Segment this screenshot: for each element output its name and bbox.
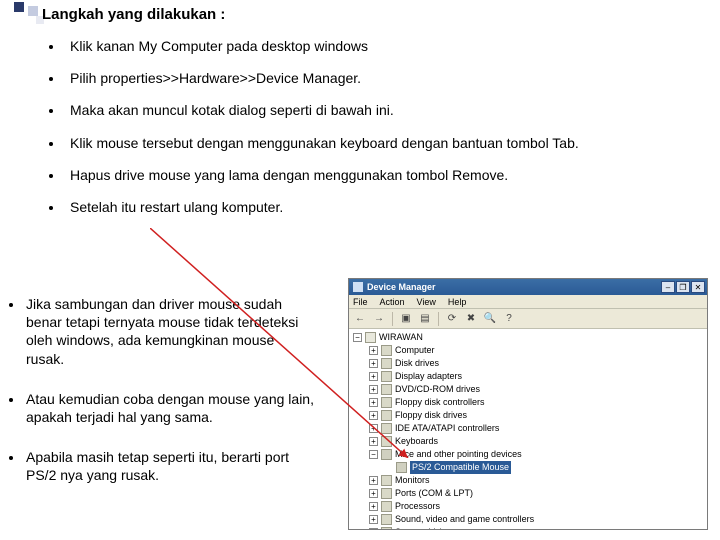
properties-icon: ▤: [420, 313, 429, 324]
menu-view[interactable]: View: [417, 297, 436, 307]
device-icon: [381, 475, 392, 486]
expand-icon[interactable]: +: [369, 515, 378, 524]
minimize-button[interactable]: –: [661, 281, 675, 293]
mouse-icon: [396, 462, 407, 473]
forward-button[interactable]: →: [371, 311, 387, 327]
device-icon: [381, 345, 392, 356]
scan-icon: 🔍: [484, 313, 496, 324]
note-item: Apabila masih tetap seperti itu, berarti…: [24, 448, 316, 484]
tree-item[interactable]: +Floppy disk drives: [351, 409, 707, 422]
toolbar: ← → ▣ ▤ ⟳ ✖ 🔍 ?: [349, 309, 707, 329]
view-icon: ▣: [401, 313, 410, 324]
tree-item[interactable]: +Computer: [351, 344, 707, 357]
step-item: Hapus drive mouse yang lama dengan mengg…: [64, 166, 710, 184]
page-title: Langkah yang dilakukan :: [42, 6, 710, 23]
step-item: Maka akan muncul kotak dialog seperti di…: [64, 101, 710, 119]
window-title: Device Manager: [367, 282, 660, 292]
tree-item[interactable]: +Ports (COM & LPT): [351, 487, 707, 500]
device-icon: [381, 371, 392, 382]
steps-list: Klik kanan My Computer pada desktop wind…: [64, 37, 710, 216]
selected-mouse-label: PS/2 Compatible Mouse: [410, 461, 511, 474]
step-item: Klik mouse tersebut dengan menggunakan k…: [64, 134, 710, 152]
remove-button[interactable]: ✖: [463, 311, 479, 327]
tree-item[interactable]: +Keyboards: [351, 435, 707, 448]
slide-decor: [4, 0, 46, 24]
arrow-right-icon: →: [374, 313, 384, 324]
expand-icon[interactable]: +: [369, 502, 378, 511]
properties-button[interactable]: ▤: [417, 311, 433, 327]
tree-item-ps2-mouse[interactable]: PS/2 Compatible Mouse: [351, 461, 707, 474]
device-icon: [381, 501, 392, 512]
tree-item[interactable]: +DVD/CD-ROM drives: [351, 383, 707, 396]
arrow-left-icon: ←: [355, 313, 365, 324]
tree-item[interactable]: +Floppy disk controllers: [351, 396, 707, 409]
separator: [392, 312, 393, 326]
expand-icon[interactable]: +: [369, 372, 378, 381]
collapse-icon[interactable]: −: [353, 333, 362, 342]
expand-icon[interactable]: +: [369, 489, 378, 498]
help-button[interactable]: ?: [501, 311, 517, 327]
step-item: Pilih properties>>Hardware>>Device Manag…: [64, 69, 710, 87]
tree-item[interactable]: +IDE ATA/ATAPI controllers: [351, 422, 707, 435]
expand-icon[interactable]: +: [369, 359, 378, 368]
scan-button[interactable]: 🔍: [482, 311, 498, 327]
tree-item[interactable]: +Monitors: [351, 474, 707, 487]
expand-icon[interactable]: +: [369, 424, 378, 433]
device-icon: [381, 397, 392, 408]
separator: [438, 312, 439, 326]
device-icon: [381, 436, 392, 447]
view-button[interactable]: ▣: [398, 311, 414, 327]
device-icon: [381, 527, 392, 529]
menu-action[interactable]: Action: [380, 297, 405, 307]
device-icon: [381, 423, 392, 434]
tree-item-mice[interactable]: −Mice and other pointing devices: [351, 448, 707, 461]
note-item: Atau kemudian coba dengan mouse yang lai…: [24, 390, 316, 426]
expand-icon[interactable]: +: [369, 528, 378, 529]
step-item: Klik kanan My Computer pada desktop wind…: [64, 37, 710, 55]
device-icon: [381, 358, 392, 369]
menu-help[interactable]: Help: [448, 297, 467, 307]
mouse-icon: [381, 449, 392, 460]
titlebar[interactable]: Device Manager – ❐ ✕: [349, 279, 707, 295]
menu-file[interactable]: File: [353, 297, 368, 307]
tree-item[interactable]: +Sound, video and game controllers: [351, 513, 707, 526]
device-icon: [381, 410, 392, 421]
device-icon: [381, 384, 392, 395]
refresh-button[interactable]: ⟳: [444, 311, 460, 327]
step-item: Setelah itu restart ulang komputer.: [64, 198, 710, 216]
expand-icon[interactable]: +: [369, 398, 378, 407]
app-icon: [353, 282, 363, 292]
expand-icon[interactable]: +: [369, 411, 378, 420]
device-tree[interactable]: − WIRAWAN +Computer +Disk drives +Displa…: [349, 329, 707, 529]
tree-root[interactable]: − WIRAWAN: [351, 331, 707, 344]
tree-item[interactable]: +Display adapters: [351, 370, 707, 383]
tree-item[interactable]: +Disk drives: [351, 357, 707, 370]
menubar: File Action View Help: [349, 295, 707, 309]
tree-item[interactable]: +Storage Volumes: [351, 526, 707, 529]
collapse-icon[interactable]: −: [369, 450, 378, 459]
close-button[interactable]: ✕: [691, 281, 705, 293]
maximize-button[interactable]: ❐: [676, 281, 690, 293]
tree-root-label: WIRAWAN: [379, 331, 423, 344]
note-item: Jika sambungan dan driver mouse sudah be…: [24, 295, 316, 368]
help-icon: ?: [506, 313, 512, 324]
remove-icon: ✖: [467, 313, 475, 324]
device-icon: [381, 514, 392, 525]
tree-item[interactable]: +Processors: [351, 500, 707, 513]
expand-icon[interactable]: +: [369, 437, 378, 446]
back-button[interactable]: ←: [352, 311, 368, 327]
expand-icon[interactable]: +: [369, 346, 378, 355]
computer-icon: [365, 332, 376, 343]
expand-icon[interactable]: +: [369, 476, 378, 485]
notes-list: Jika sambungan dan driver mouse sudah be…: [24, 295, 316, 485]
expand-icon[interactable]: +: [369, 385, 378, 394]
refresh-icon: ⟳: [448, 313, 456, 324]
device-icon: [381, 488, 392, 499]
device-manager-window: Device Manager – ❐ ✕ File Action View He…: [348, 278, 708, 530]
